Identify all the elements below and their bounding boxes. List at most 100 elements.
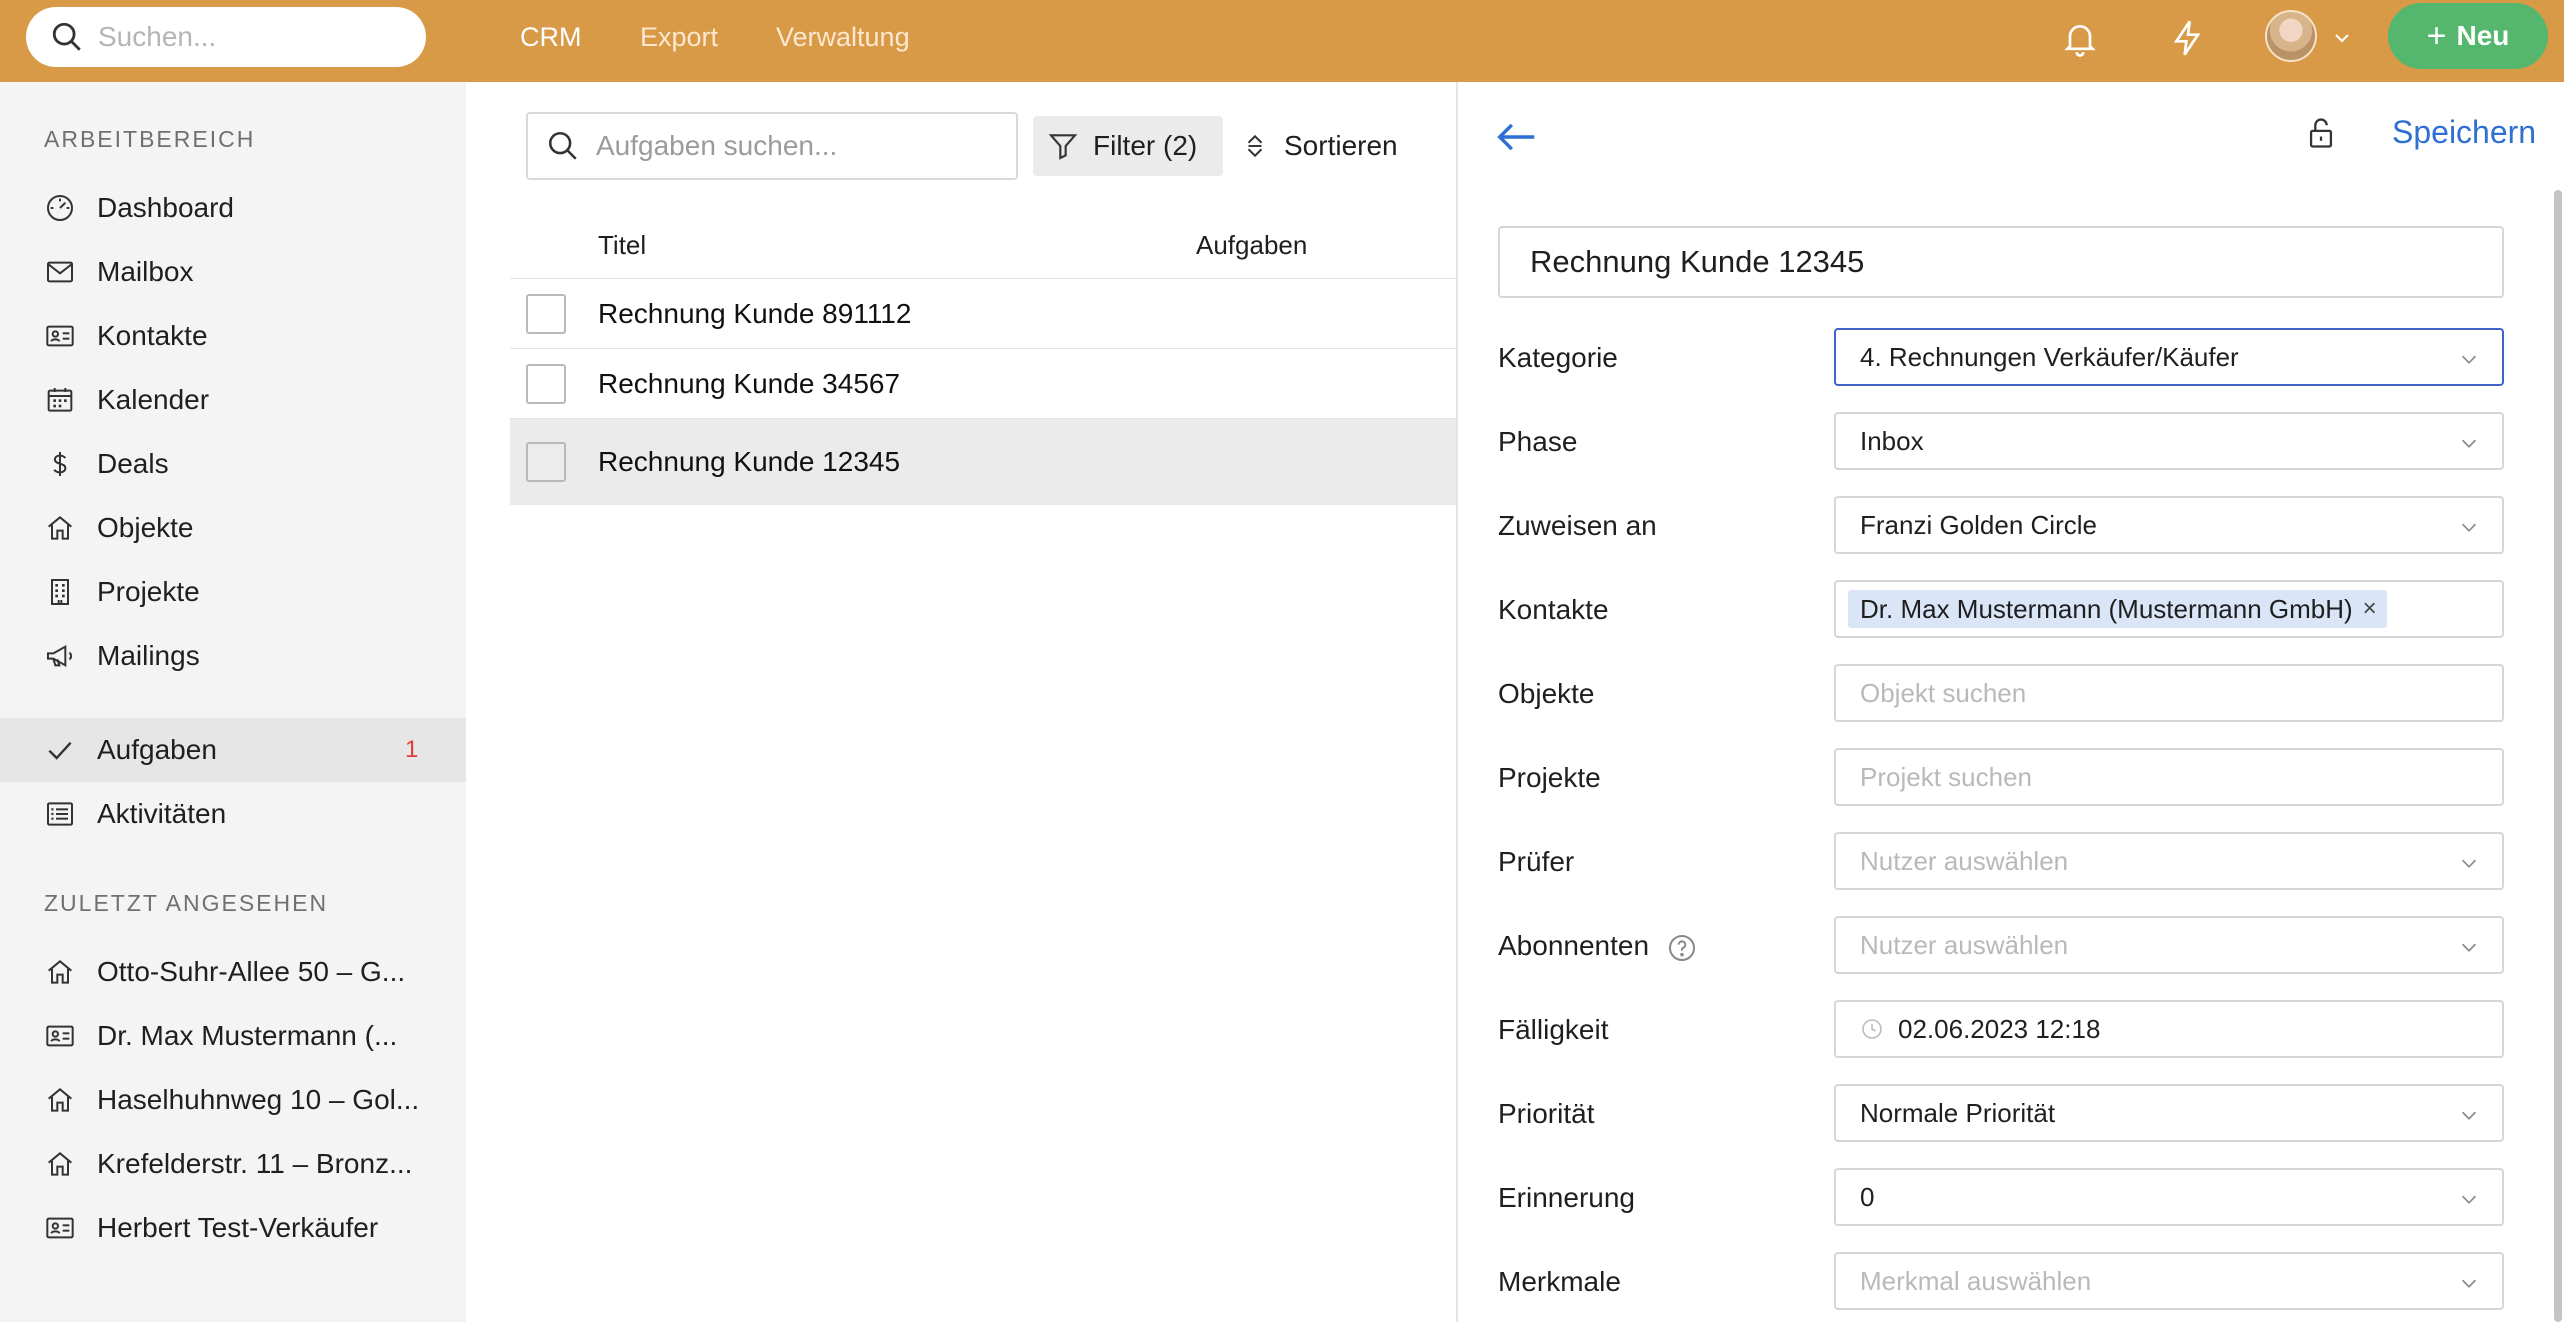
- reviewer-select[interactable]: Nutzer auswählen: [1834, 832, 2504, 890]
- unlock-icon[interactable]: [2306, 116, 2336, 150]
- objekte-label: Objekte: [1498, 678, 1595, 709]
- objekte-search-input[interactable]: Objekt suchen: [1834, 664, 2504, 722]
- kategorie-label: Kategorie: [1498, 342, 1618, 373]
- sort-button-label: Sortieren: [1284, 130, 1398, 161]
- projekte-search-input[interactable]: Projekt suchen: [1834, 748, 2504, 806]
- row-title: Rechnung Kunde 12345: [598, 446, 901, 477]
- chevron-down-icon: [2461, 523, 2477, 532]
- check-icon: [48, 741, 72, 760]
- assignee-select[interactable]: Franzi Golden Circle: [1834, 496, 2504, 554]
- filter-button-label: Filter (2): [1093, 130, 1198, 161]
- recent-item[interactable]: Otto-Suhr-Allee 50 – G...: [0, 940, 466, 1004]
- recent-item-label: Haselhuhnweg 10 – Gol...: [97, 1084, 420, 1115]
- chevron-down-icon: [2461, 1195, 2477, 1204]
- bell-icon[interactable]: [2060, 18, 2100, 58]
- sidebar-item-projekte[interactable]: Projekte: [0, 560, 466, 624]
- filter-button[interactable]: Filter (2): [1033, 116, 1223, 176]
- sidebar-item-label: Objekte: [97, 512, 194, 543]
- user-avatar[interactable]: [2265, 10, 2317, 62]
- save-button[interactable]: Speichern: [2392, 114, 2536, 151]
- row-checkbox[interactable]: [526, 442, 566, 482]
- task-title-input[interactable]: Rechnung Kunde 12345: [1498, 226, 2504, 298]
- global-search-placeholder: Suchen...: [98, 21, 217, 52]
- contact-card-icon: [46, 325, 74, 347]
- contact-card-icon: [46, 1025, 74, 1047]
- sidebar-item-kalender[interactable]: Kalender: [0, 368, 466, 432]
- sidebar: ARBEITBEREICH Dashboard Mailbox Kontakte…: [0, 82, 466, 1322]
- recent-item-label: Otto-Suhr-Allee 50 – G...: [97, 956, 406, 987]
- search-icon: [52, 22, 81, 51]
- sidebar-item-objekte[interactable]: Objekte: [0, 496, 466, 560]
- priority-select[interactable]: Normale Priorität: [1834, 1084, 2504, 1142]
- recent-section-title: ZULETZT ANGESEHEN: [44, 890, 329, 916]
- sidebar-item-label: Projekte: [97, 576, 200, 607]
- erinnerung-label: Erinnerung: [1498, 1182, 1635, 1213]
- home-icon: [48, 1088, 72, 1112]
- panel-divider: [1456, 82, 1458, 1322]
- chevron-down-icon[interactable]: [2330, 26, 2354, 50]
- task-search-input[interactable]: Aufgaben suchen...: [526, 112, 1018, 180]
- reminder-value: 0: [1860, 1181, 1875, 1212]
- due-date-input[interactable]: 02.06.2023 12:18: [1834, 1000, 2504, 1058]
- objekte-placeholder: Objekt suchen: [1860, 677, 2027, 708]
- sort-icon: [1247, 134, 1263, 158]
- sidebar-item-dashboard[interactable]: Dashboard: [0, 176, 466, 240]
- home-icon: [48, 960, 72, 984]
- phase-value: Inbox: [1860, 425, 1924, 456]
- contacts-multiselect[interactable]: Dr. Max Mustermann (Mustermann GmbH) ×: [1834, 580, 2504, 638]
- sidebar-item-mailbox[interactable]: Mailbox: [0, 240, 466, 304]
- lightning-icon[interactable]: [2168, 18, 2208, 58]
- phase-select[interactable]: Inbox: [1834, 412, 2504, 470]
- recent-item[interactable]: Dr. Max Mustermann (...: [0, 1004, 466, 1068]
- reminder-select[interactable]: 0: [1834, 1168, 2504, 1226]
- nav-crm[interactable]: CRM: [520, 0, 582, 74]
- nav-export[interactable]: Export: [640, 0, 718, 74]
- help-icon[interactable]: [1666, 932, 1698, 964]
- sidebar-item-label: Mailbox: [97, 256, 194, 287]
- recent-item[interactable]: Herbert Test-Verkäufer: [0, 1196, 466, 1260]
- chevron-down-icon: [2461, 439, 2477, 448]
- home-icon: [48, 516, 72, 540]
- column-header-titel[interactable]: Titel: [598, 230, 646, 261]
- home-icon: [48, 1152, 72, 1176]
- assignee-value: Franzi Golden Circle: [1860, 509, 2097, 540]
- row-checkbox[interactable]: [526, 293, 566, 334]
- recent-item-label: Krefelderstr. 11 – Bronz...: [97, 1148, 413, 1179]
- workspace-section-title: ARBEITBEREICH: [44, 126, 256, 152]
- global-search-input[interactable]: Suchen...: [26, 7, 426, 67]
- back-arrow-icon[interactable]: [1496, 118, 1538, 156]
- kontakte-label: Kontakte: [1498, 594, 1609, 625]
- task-search-placeholder: Aufgaben suchen...: [596, 130, 838, 161]
- table-row[interactable]: Rechnung Kunde 891112: [510, 279, 1456, 349]
- sidebar-item-label: Dashboard: [97, 192, 234, 223]
- new-button[interactable]: + Neu: [2388, 3, 2548, 69]
- sidebar-item-mailings[interactable]: Mailings: [0, 624, 466, 688]
- recent-item[interactable]: Haselhuhnweg 10 – Gol...: [0, 1068, 466, 1132]
- faelligkeit-label: Fälligkeit: [1498, 1014, 1609, 1045]
- sidebar-item-aufgaben[interactable]: Aufgaben 1: [0, 718, 466, 782]
- subscribers-select[interactable]: Nutzer auswählen: [1834, 916, 2504, 974]
- new-button-label: Neu: [2456, 20, 2510, 51]
- recent-item[interactable]: Krefelderstr. 11 – Bronz...: [0, 1132, 466, 1196]
- sidebar-item-label: Deals: [97, 448, 169, 479]
- column-header-aufgaben[interactable]: Aufgaben: [1196, 230, 1307, 261]
- sort-button[interactable]: Sortieren: [1242, 116, 1398, 176]
- row-checkbox[interactable]: [526, 363, 566, 404]
- kategorie-select[interactable]: 4. Rechnungen Verkäufer/Käufer: [1834, 328, 2504, 386]
- merkmale-select[interactable]: Merkmal auswählen: [1834, 1252, 2504, 1310]
- nav-export-label: Export: [640, 21, 719, 52]
- abonnenten-label: Abonnenten: [1498, 930, 1650, 961]
- sidebar-item-kontakte[interactable]: Kontakte: [0, 304, 466, 368]
- detail-scrollbar[interactable]: [2554, 190, 2562, 1322]
- chevron-down-icon: [2461, 859, 2477, 868]
- chevron-down-icon: [2461, 1111, 2477, 1120]
- sidebar-item-deals[interactable]: Deals: [0, 432, 466, 496]
- sidebar-item-aktivitaeten[interactable]: Aktivitäten: [0, 782, 466, 846]
- remove-chip-icon[interactable]: ×: [2363, 595, 2377, 623]
- nav-verwaltung[interactable]: Verwaltung: [776, 0, 910, 74]
- table-row-selected[interactable]: Rechnung Kunde 12345: [510, 419, 1456, 505]
- calendar-icon: [47, 388, 73, 412]
- table-row[interactable]: Rechnung Kunde 34567: [510, 349, 1456, 419]
- merkmale-label: Merkmale: [1498, 1266, 1621, 1297]
- search-icon: [548, 131, 577, 160]
